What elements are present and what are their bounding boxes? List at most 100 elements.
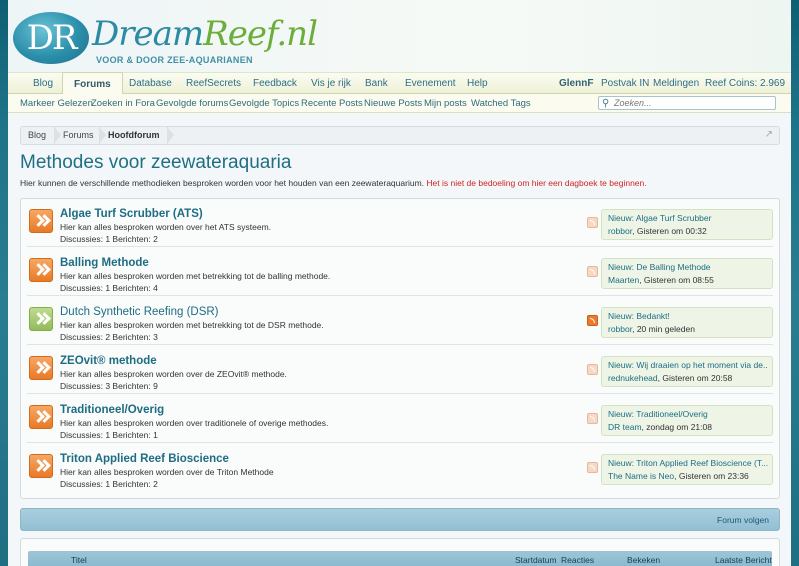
forum-list: Algae Turf Scrubber (ATS) Hier kan alles… <box>20 198 780 499</box>
forum-title[interactable]: ZEOvit® methode <box>60 355 157 367</box>
nav-user[interactable]: GlennF <box>559 73 593 94</box>
last-post-title[interactable]: Nieuw: Triton Applied Reef Bioscience (T… <box>608 458 768 468</box>
nav-postvak[interactable]: Postvak IN <box>601 73 649 94</box>
last-post-meta: The Name is Neo, Gisteren om 23:36 <box>608 471 749 481</box>
column-title[interactable]: Titel <box>71 555 87 565</box>
rss-icon[interactable] <box>587 315 598 326</box>
last-post-time: , Gisteren om 23:36 <box>674 471 749 481</box>
forum-unread-icon[interactable] <box>29 209 53 233</box>
search-input[interactable] <box>614 97 772 109</box>
last-post: Nieuw: De Balling Methode Maarten, Giste… <box>601 258 773 289</box>
main-nav: Blog Forums Database ReefSecrets Feedbac… <box>8 72 791 96</box>
subnav-mijn-posts[interactable]: Mijn posts <box>424 94 467 113</box>
search-box[interactable]: ⚲ <box>598 96 776 110</box>
column-views[interactable]: Bekeken <box>627 555 660 565</box>
subnav-gevolgde-forums[interactable]: Gevolgde forums <box>156 94 228 113</box>
last-post-user[interactable]: The Name is Neo <box>608 471 674 481</box>
nav-reef-coins[interactable]: Reef Coins: 2.969 <box>705 73 785 94</box>
last-post-meta: robbor, Gisteren om 00:32 <box>608 226 707 236</box>
forum-title[interactable]: Algae Turf Scrubber (ATS) <box>60 208 203 220</box>
logo-wordmark[interactable]: DreamReef.nl <box>92 14 318 54</box>
subnav-markeer-gelezen[interactable]: Markeer Gelezen <box>20 94 93 113</box>
last-post-title[interactable]: Nieuw: Traditioneel/Overig <box>608 409 768 419</box>
forum-stats: Discussies: 2 Berichten: 3 <box>60 332 158 342</box>
forum-node: Algae Turf Scrubber (ATS) Hier kan alles… <box>27 199 773 247</box>
subnav-gevolgde-topics[interactable]: Gevolgde Topics <box>229 94 299 113</box>
forum-description: Hier kan alles besproken worden over de … <box>60 369 287 379</box>
rss-icon[interactable] <box>587 217 598 228</box>
breadcrumb-hoofdforum[interactable]: Hoofdforum <box>101 127 160 144</box>
forum-node: Traditioneel/Overig Hier kan alles bespr… <box>27 395 773 443</box>
logo-tagline: VOOR & DOOR ZEE-AQUARIANEN <box>96 55 253 65</box>
last-post-title[interactable]: Nieuw: Bedankt! <box>608 311 768 321</box>
last-post-meta: DR team, zondag om 21:08 <box>608 422 712 432</box>
search-icon: ⚲ <box>602 98 610 109</box>
forum-title[interactable]: Traditioneel/Overig <box>60 404 164 416</box>
nav-reefsecrets[interactable]: ReefSecrets <box>186 73 241 94</box>
last-post-meta: Maarten, Gisteren om 08:55 <box>608 275 714 285</box>
nav-database[interactable]: Database <box>129 73 172 94</box>
page-description-text: Hier kunnen de verschillende methodieken… <box>20 178 425 188</box>
last-post-time: , 20 min geleden <box>632 324 695 334</box>
forum-title[interactable]: Triton Applied Reef Bioscience <box>60 453 229 465</box>
page-warning: Het is niet de bedoeling om hier een dag… <box>426 178 647 188</box>
breadcrumb-blog[interactable]: Blog <box>21 127 46 144</box>
forum-title[interactable]: Balling Methode <box>60 257 149 269</box>
forum-unread-icon[interactable] <box>29 405 53 429</box>
column-last-post[interactable]: Laatste Bericht <box>715 555 772 565</box>
rss-icon[interactable] <box>587 462 598 473</box>
forum-description: Hier kan alles besproken worden over het… <box>60 222 272 232</box>
forum-stats: Discussies: 1 Berichten: 1 <box>60 430 158 440</box>
last-post-user[interactable]: rednukehead <box>608 373 658 383</box>
last-post-user[interactable]: robbor <box>608 324 632 334</box>
nav-meldingen[interactable]: Meldingen <box>653 73 699 94</box>
jump-icon[interactable]: ↗ <box>765 129 773 140</box>
last-post-title[interactable]: Nieuw: Algae Turf Scrubber <box>608 213 768 223</box>
thread-list: Titel Startdatum Reacties Bekeken Laatst… <box>20 538 780 566</box>
subnav-zoeken-in-fora[interactable]: Zoeken in Fora <box>91 94 155 113</box>
last-post: Nieuw: Bedankt! robbor, 20 min geleden <box>601 307 773 338</box>
column-start-date[interactable]: Startdatum <box>515 555 557 565</box>
rss-icon[interactable] <box>587 266 598 277</box>
forum-node: Triton Applied Reef Bioscience Hier kan … <box>27 444 773 492</box>
forum-node: ZEOvit® methode Hier kan alles besproken… <box>27 346 773 394</box>
forum-description: Hier kan alles besproken worden met betr… <box>60 320 324 330</box>
nav-forums[interactable]: Forums <box>62 72 123 96</box>
forum-unread-icon[interactable] <box>29 356 53 380</box>
forum-node: Balling Methode Hier kan alles besproken… <box>27 248 773 296</box>
forum-unread-icon[interactable] <box>29 454 53 478</box>
nav-feedback[interactable]: Feedback <box>253 73 297 94</box>
last-post: Nieuw: Traditioneel/Overig DR team, zond… <box>601 405 773 436</box>
last-post-title[interactable]: Nieuw: Wij draaien op het moment via de.… <box>608 360 768 370</box>
forum-title[interactable]: Dutch Synthetic Reefing (DSR) <box>60 306 219 318</box>
last-post-user[interactable]: Maarten <box>608 275 639 285</box>
subnav-watched-tags[interactable]: Watched Tags <box>471 94 531 113</box>
subnav-nieuwe-posts[interactable]: Nieuwe Posts <box>364 94 422 113</box>
last-post-user[interactable]: DR team <box>608 422 642 432</box>
forum-read-icon[interactable] <box>29 307 53 331</box>
nav-vis-je-rijk[interactable]: Vis je rijk <box>311 73 351 94</box>
nav-evenement[interactable]: Evenement <box>405 73 456 94</box>
column-replies[interactable]: Reacties <box>561 555 594 565</box>
rss-icon[interactable] <box>587 364 598 375</box>
forum-follow-button[interactable]: Forum volgen <box>717 509 769 531</box>
rss-icon[interactable] <box>587 413 598 424</box>
last-post-title[interactable]: Nieuw: De Balling Methode <box>608 262 768 272</box>
logo-name-a: Dream <box>92 14 204 54</box>
last-post-time: , Gisteren om 00:32 <box>632 226 707 236</box>
breadcrumb-forums[interactable]: Forums <box>56 127 94 144</box>
breadcrumb: Blog Forums Hoofdforum ↗ <box>20 126 780 145</box>
last-post-user[interactable]: robbor <box>608 226 632 236</box>
logo-mark[interactable]: DR <box>13 12 89 64</box>
last-post: Nieuw: Triton Applied Reef Bioscience (T… <box>601 454 773 485</box>
forum-follow-bar: Forum volgen <box>20 508 780 531</box>
forum-unread-icon[interactable] <box>29 258 53 282</box>
subnav-recente-posts[interactable]: Recente Posts <box>301 94 363 113</box>
nav-bank[interactable]: Bank <box>365 73 388 94</box>
last-post: Nieuw: Wij draaien op het moment via de.… <box>601 356 773 387</box>
last-post-meta: robbor, 20 min geleden <box>608 324 695 334</box>
nav-help[interactable]: Help <box>467 73 488 94</box>
forum-stats: Discussies: 1 Berichten: 4 <box>60 283 158 293</box>
nav-blog[interactable]: Blog <box>33 73 53 94</box>
forum-description: Hier kan alles besproken worden met betr… <box>60 271 331 281</box>
